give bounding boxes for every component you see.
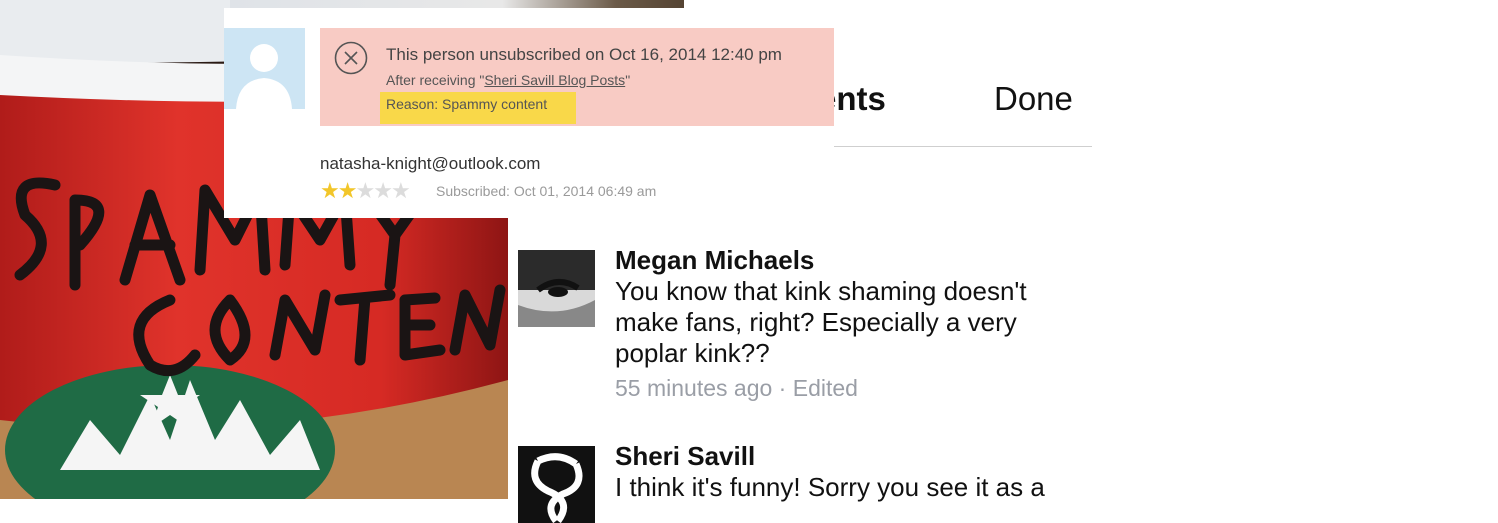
commenter-avatar[interactable] [518,250,595,327]
face-photo-icon [518,250,595,327]
photo-edge-strip [230,0,684,8]
unsubscribe-card: This person unsubscribed on Oct 16, 2014… [224,8,834,218]
after-receiving-line: After receiving "Sheri Savill Blog Posts… [386,72,630,88]
reason-highlight: Reason: Spammy content [380,92,576,124]
edited-label[interactable]: Edited [793,375,858,401]
after-suffix: " [625,72,631,88]
comment-author[interactable]: Megan Michaels [615,244,1085,276]
meta-separator: · [772,375,793,401]
comment-text: You know that kink shaming doesn't make … [615,276,1027,368]
member-rating: ★★★★★ [320,178,411,203]
unsubscribe-status: This person unsubscribed on Oct 16, 2014… [386,45,782,64]
comment-time: 55 minutes ago [615,375,773,401]
star-filled-icon: ★ [320,178,340,203]
subscriber-email[interactable]: natasha-knight@outlook.com [320,154,540,174]
reason-text: Reason: Spammy content [386,96,548,112]
star-empty-icon: ★ [390,178,411,203]
unsubscribe-alert: This person unsubscribed on Oct 16, 2014… [320,28,834,126]
logo-avatar-icon [518,446,595,523]
commenter-avatar[interactable] [518,446,595,523]
done-button[interactable]: Done [994,80,1073,118]
after-prefix: After receiving " [386,72,485,88]
star-filled-icon: ★ [337,178,358,203]
comment-text: I think it's funny! Sorry you see it as … [615,472,1045,502]
comment-author[interactable]: Sheri Savill [615,440,1085,472]
star-empty-icon: ★ [355,178,375,203]
subscribed-date: Subscribed: Oct 01, 2014 06:49 am [436,183,657,199]
circle-x-icon [334,41,368,75]
star-empty-icon: ★ [373,178,393,203]
comment-meta: 55 minutes ago · Edited [615,373,1085,403]
campaign-link[interactable]: Sheri Savill Blog Posts [484,72,625,88]
default-avatar-icon [224,28,305,109]
